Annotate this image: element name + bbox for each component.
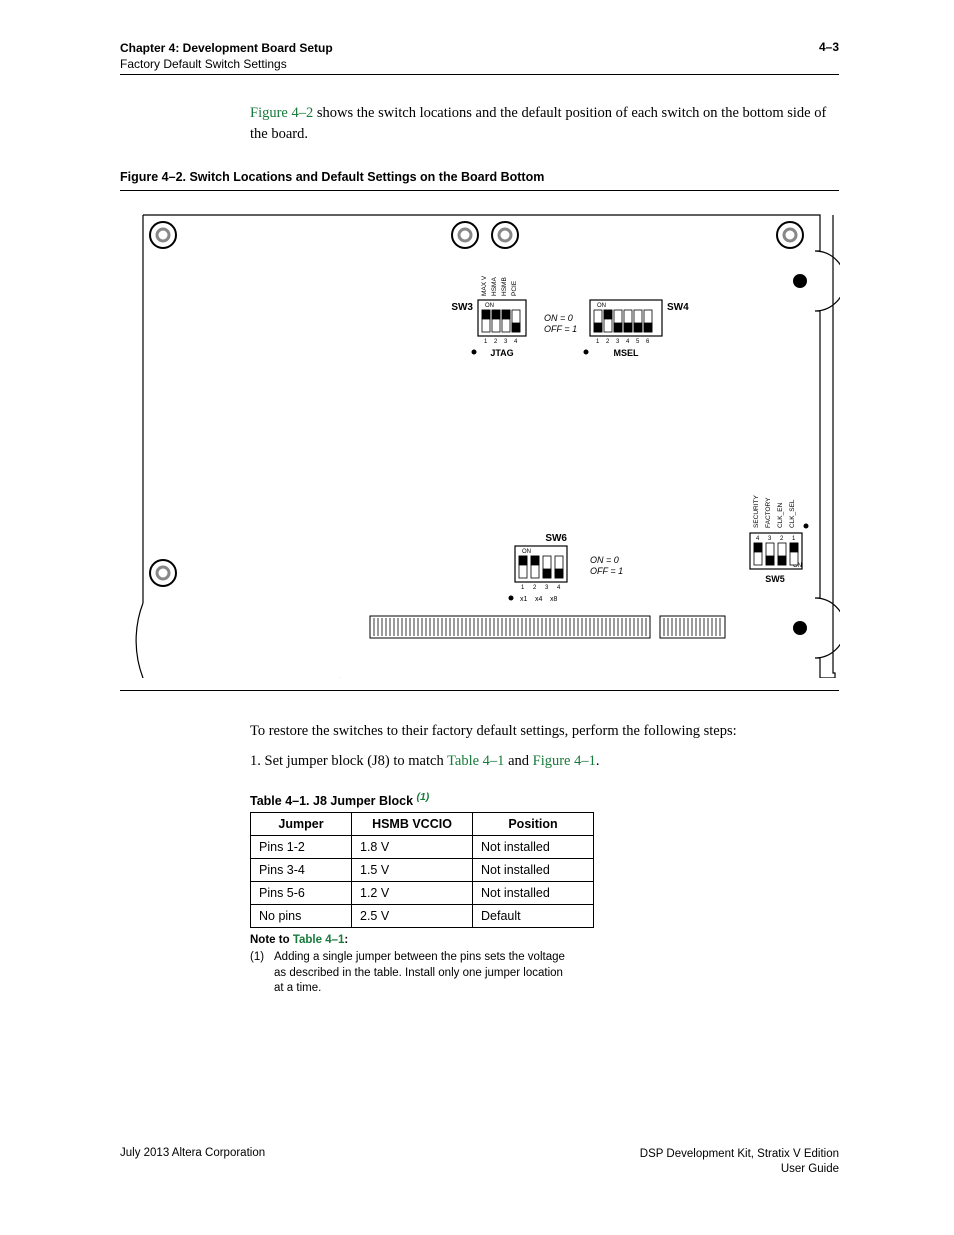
svg-text:3: 3 (768, 536, 772, 542)
svg-text:HSMB: HSMB (501, 277, 508, 296)
svg-text:2: 2 (533, 585, 537, 591)
side-hole-icon (793, 621, 807, 635)
table-row: Pins 1-21.8 VNot installed (251, 836, 594, 859)
svg-text:1: 1 (596, 339, 600, 345)
table-cell: Pins 1-2 (251, 836, 352, 859)
svg-text:5: 5 (636, 339, 640, 345)
mounting-hole-icon (492, 222, 518, 248)
jumper-table: Jumper HSMB VCCIO Position Pins 1-21.8 V… (250, 812, 594, 928)
note-text: Adding a single jumper between the pins … (274, 950, 570, 997)
table-row: Pins 3-41.5 VNot installed (251, 859, 594, 882)
sw3-label: SW3 (451, 302, 473, 313)
svg-text:4: 4 (514, 339, 518, 345)
sw5-label: SW5 (765, 574, 785, 584)
mounting-hole-icon (150, 560, 176, 586)
table-cell: 2.5 V (352, 905, 473, 928)
note-to-table: Note to Table 4–1: (250, 934, 839, 946)
svg-text:1: 1 (792, 536, 796, 542)
sw4-name: MSEL (613, 348, 639, 358)
svg-text:6: 6 (646, 339, 650, 345)
sw4-switch: SW4 ON 1 2 3 4 5 6 MSEL (584, 300, 690, 358)
svg-text:4: 4 (756, 536, 760, 542)
sw4-label: SW4 (667, 302, 689, 313)
table-ref-link[interactable]: Table 4–1 (447, 753, 504, 769)
figure-board-bottom: SW3 ON 1 2 3 4 JTAG MAX V HSMA (120, 190, 839, 691)
board-diagram-svg: SW3 ON 1 2 3 4 JTAG MAX V HSMA (120, 203, 840, 678)
svg-text:2: 2 (606, 339, 610, 345)
svg-text:ON = 0: ON = 0 (590, 555, 619, 565)
svg-text:ON: ON (597, 303, 606, 309)
svg-text:OFF = 1: OFF = 1 (590, 566, 623, 576)
mounting-hole-icon (777, 222, 803, 248)
legend-off: OFF = 1 (544, 324, 577, 334)
svg-text:MAX V: MAX V (481, 275, 488, 296)
svg-text:x8: x8 (550, 596, 558, 603)
svg-text:3: 3 (616, 339, 620, 345)
svg-text:2: 2 (494, 339, 498, 345)
note-mark[interactable]: (1) (417, 792, 430, 803)
figure-ref-link[interactable]: Figure 4–2 (250, 105, 313, 121)
table-note: (1) Adding a single jumper between the p… (250, 950, 570, 997)
table-cell: 1.2 V (352, 882, 473, 905)
svg-text:3: 3 (504, 339, 508, 345)
header-left: Chapter 4: Development Board Setup Facto… (120, 40, 333, 72)
chapter-title: Chapter 4: Development Board Setup (120, 40, 333, 56)
table-caption: Table 4–1. J8 Jumper Block (1) (250, 792, 839, 808)
figure-ref-link[interactable]: Figure 4–1 (533, 753, 596, 769)
svg-text:2: 2 (780, 536, 784, 542)
svg-text:SECURITY: SECURITY (753, 494, 760, 528)
mounting-hole-icon (452, 222, 478, 248)
svg-text:1: 1 (484, 339, 488, 345)
table-header-row: Jumper HSMB VCCIO Position (251, 813, 594, 836)
footer-left: July 2013 Altera Corporation (120, 1147, 265, 1178)
table-row: Pins 5-61.2 VNot installed (251, 882, 594, 905)
step-1: 1. Set jumper block (J8) to match Table … (250, 753, 839, 770)
footer-right: DSP Development Kit, Stratix V Edition U… (640, 1147, 839, 1178)
table-cell: Not installed (473, 836, 594, 859)
svg-text:ON: ON (522, 549, 531, 555)
sw5-switch: ON 4 3 2 1 SW5 SECURITY FACTORY CLK_EN C… (750, 494, 809, 584)
sw3-switch: SW3 ON 1 2 3 4 JTAG MAX V HSMA (451, 275, 526, 358)
svg-text:CLK_SEL: CLK_SEL (789, 499, 796, 528)
on-marker: ON (485, 303, 494, 309)
svg-text:4: 4 (557, 585, 561, 591)
svg-text:3: 3 (545, 585, 549, 591)
svg-text:x4: x4 (535, 596, 543, 603)
svg-text:FACTORY: FACTORY (765, 497, 772, 528)
col-jumper: Jumper (251, 813, 352, 836)
table-cell: 1.8 V (352, 836, 473, 859)
table-cell: Default (473, 905, 594, 928)
table-cell: Pins 3-4 (251, 859, 352, 882)
svg-text:4: 4 (626, 339, 630, 345)
note-number: (1) (250, 950, 274, 997)
intro-paragraph: Figure 4–2 shows the switch locations an… (250, 103, 839, 144)
svg-text:1: 1 (521, 585, 525, 591)
table-cell: Not installed (473, 882, 594, 905)
svg-text:x1: x1 (520, 596, 528, 603)
table-row: No pins2.5 VDefault (251, 905, 594, 928)
table-cell: 1.5 V (352, 859, 473, 882)
sw6-switch: SW6 ON 1 2 3 4 x1 x4 x8 (509, 533, 568, 603)
svg-text:HSMA: HSMA (491, 277, 498, 296)
section-title: Factory Default Switch Settings (120, 56, 333, 72)
page-number: 4–3 (819, 40, 839, 72)
intro-text: shows the switch locations and the defau… (250, 105, 826, 141)
sw6-label: SW6 (545, 533, 567, 544)
restore-paragraph: To restore the switches to their factory… (250, 721, 839, 741)
sw3-name: JTAG (490, 348, 513, 358)
legend-on: ON = 0 (544, 313, 573, 323)
figure-caption: Figure 4–2. Switch Locations and Default… (120, 170, 839, 184)
table-cell: Not installed (473, 859, 594, 882)
side-hole-icon (793, 274, 807, 288)
table-cell: No pins (251, 905, 352, 928)
col-vccio: HSMB VCCIO (352, 813, 473, 836)
page-header: Chapter 4: Development Board Setup Facto… (120, 40, 839, 75)
svg-text:CLK_EN: CLK_EN (777, 502, 784, 528)
svg-text:PCIE: PCIE (511, 280, 518, 296)
col-position: Position (473, 813, 594, 836)
table-ref-link[interactable]: Table 4–1 (293, 934, 345, 946)
page-footer: July 2013 Altera Corporation DSP Develop… (120, 1147, 839, 1178)
table-cell: Pins 5-6 (251, 882, 352, 905)
mounting-hole-icon (150, 222, 176, 248)
